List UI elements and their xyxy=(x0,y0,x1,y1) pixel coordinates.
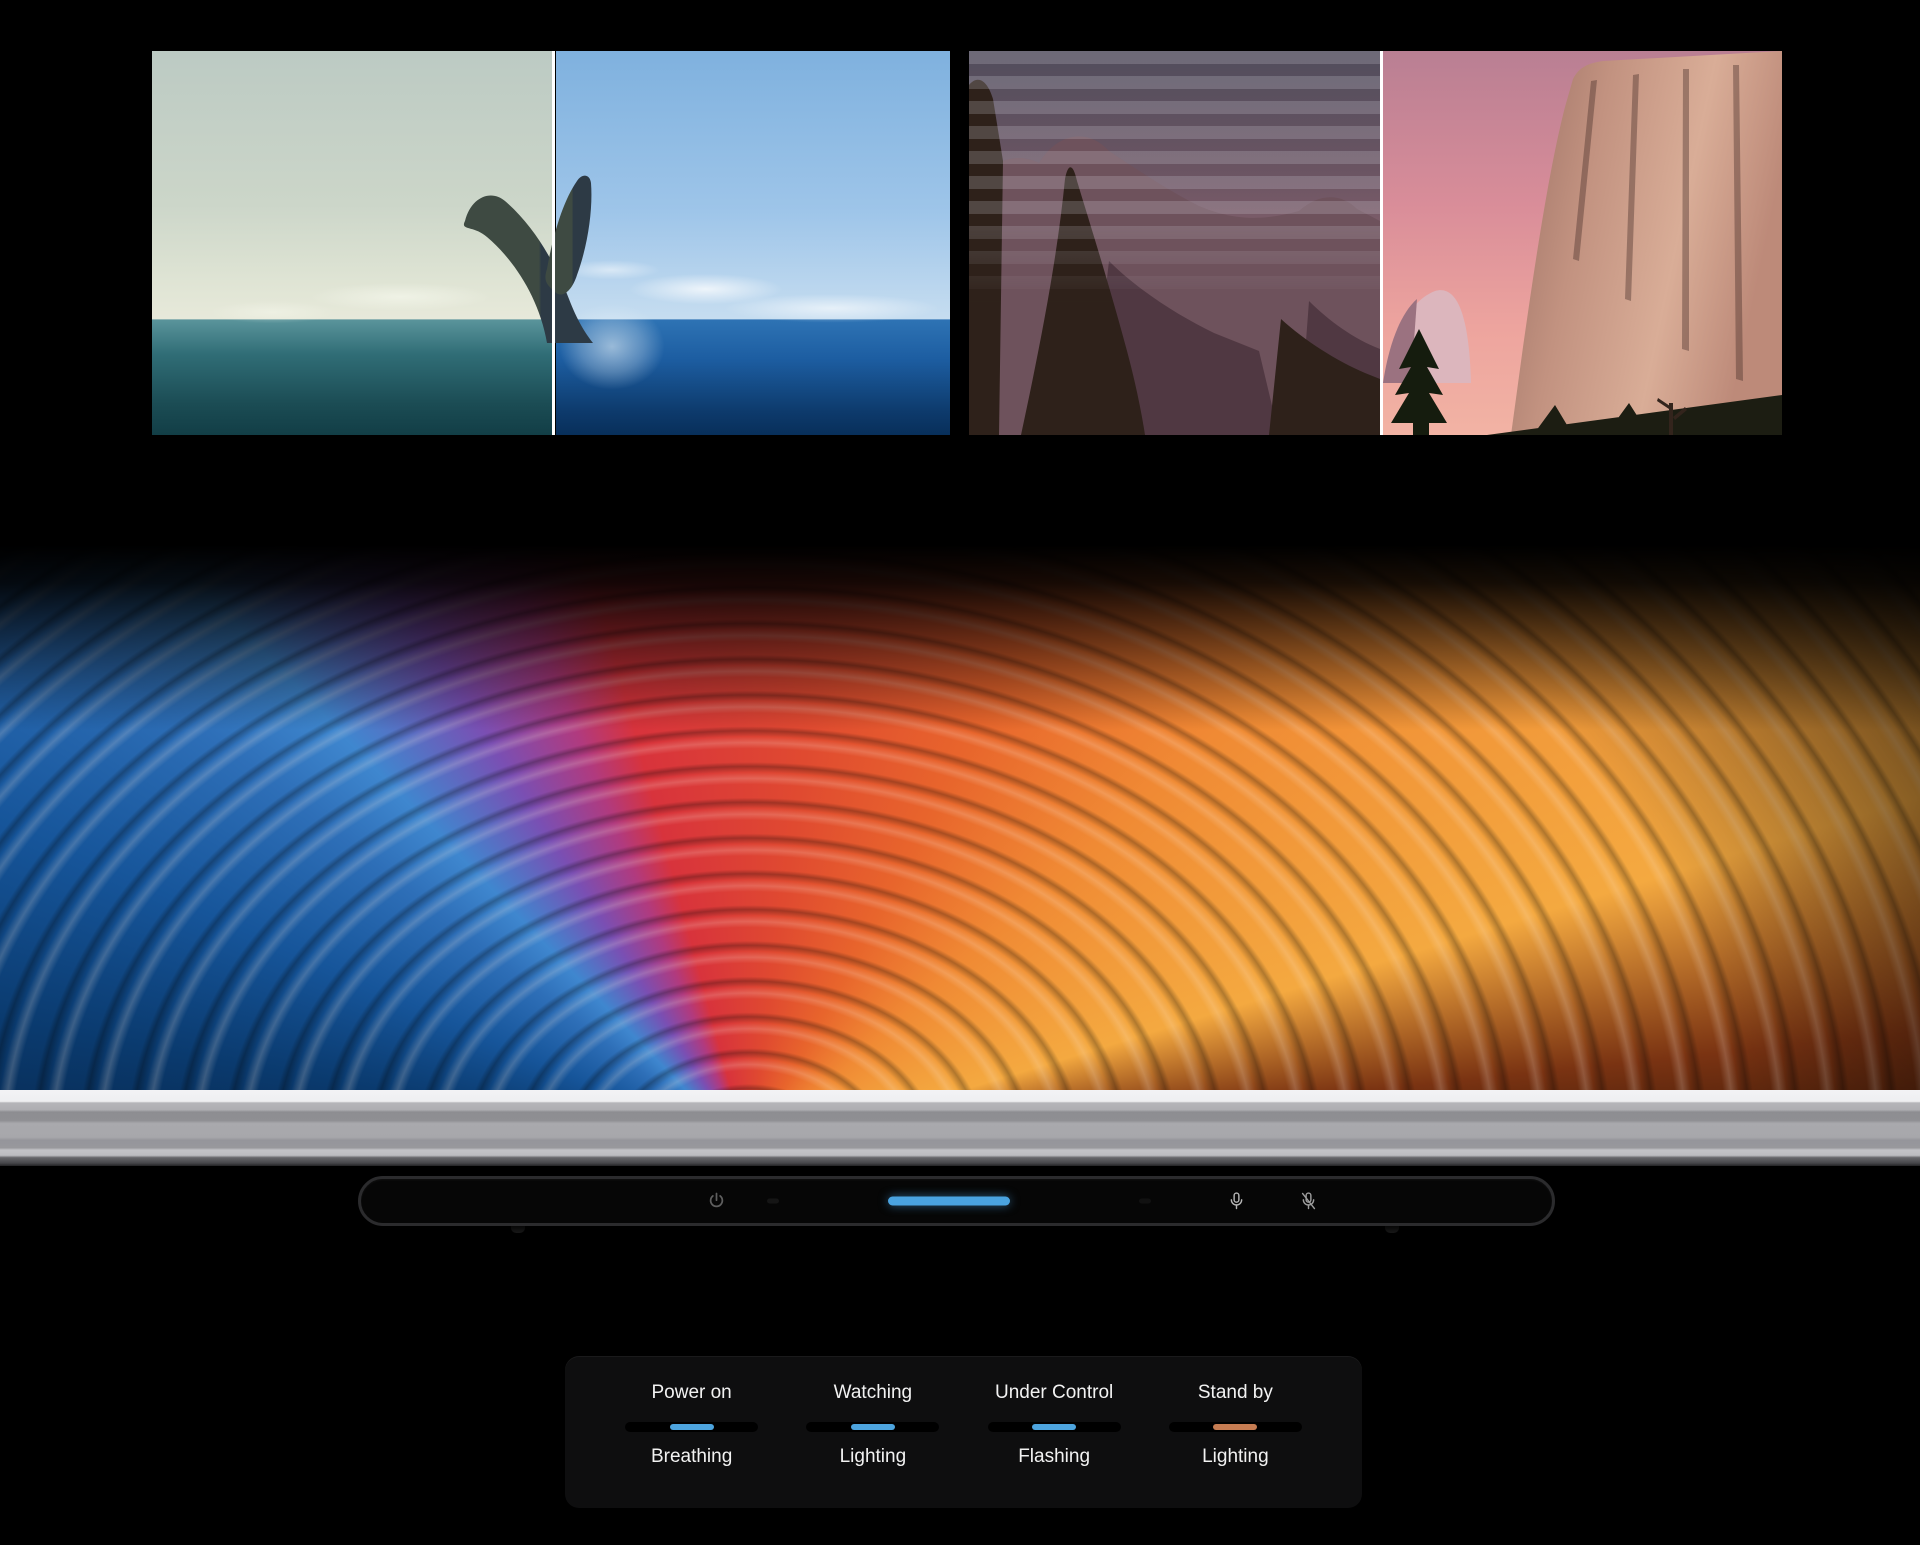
tv-screen-wallpaper xyxy=(0,545,1920,1090)
status-led-strip xyxy=(888,1197,1010,1206)
legend-item-stand-by: Stand by Lighting xyxy=(1145,1382,1326,1508)
led-light xyxy=(1213,1424,1257,1430)
led-bar xyxy=(625,1422,758,1432)
led-status-legend: Power on Breathing Watching Lighting Und… xyxy=(565,1356,1362,1508)
whale-silhouette xyxy=(447,171,627,346)
legend-behavior-label: Flashing xyxy=(1018,1446,1090,1468)
legend-item-watching: Watching Lighting xyxy=(782,1382,963,1508)
tv-bottom-bezel xyxy=(0,1090,1920,1166)
legend-state-label: Watching xyxy=(834,1382,913,1404)
led-bar xyxy=(988,1422,1121,1432)
legend-state-label: Power on xyxy=(651,1382,731,1404)
yosemite-comparison-image xyxy=(969,51,1782,435)
legend-behavior-label: Breathing xyxy=(651,1446,732,1468)
abstract-swirl-graphic xyxy=(0,545,1920,1090)
legend-state-label: Stand by xyxy=(1198,1382,1273,1404)
microphone-icon xyxy=(1227,1189,1246,1213)
mic-array-dot xyxy=(1139,1199,1151,1204)
yosemite-after-half xyxy=(1383,51,1782,435)
legend-behavior-label: Lighting xyxy=(840,1446,907,1468)
legend-item-under-control: Under Control Flashing xyxy=(964,1382,1145,1508)
legend-state-label: Under Control xyxy=(995,1382,1113,1404)
flicker-stripes-overlay xyxy=(969,51,1380,435)
led-bar xyxy=(1169,1422,1302,1432)
ambient-sensor-dot xyxy=(767,1199,779,1204)
led-bar xyxy=(806,1422,939,1432)
legend-behavior-label: Lighting xyxy=(1202,1446,1269,1468)
yosemite-el-capitan xyxy=(1383,51,1782,435)
tv-control-bar xyxy=(358,1176,1555,1226)
comparison-divider xyxy=(1380,51,1383,435)
comparison-divider xyxy=(552,51,555,435)
led-light xyxy=(670,1424,714,1430)
led-light xyxy=(851,1424,895,1430)
legend-item-power-on: Power on Breathing xyxy=(601,1382,782,1508)
whale-comparison-image xyxy=(152,51,950,435)
power-icon xyxy=(707,1189,726,1213)
microphone-muted-icon xyxy=(1299,1189,1318,1213)
led-light xyxy=(1032,1424,1076,1430)
